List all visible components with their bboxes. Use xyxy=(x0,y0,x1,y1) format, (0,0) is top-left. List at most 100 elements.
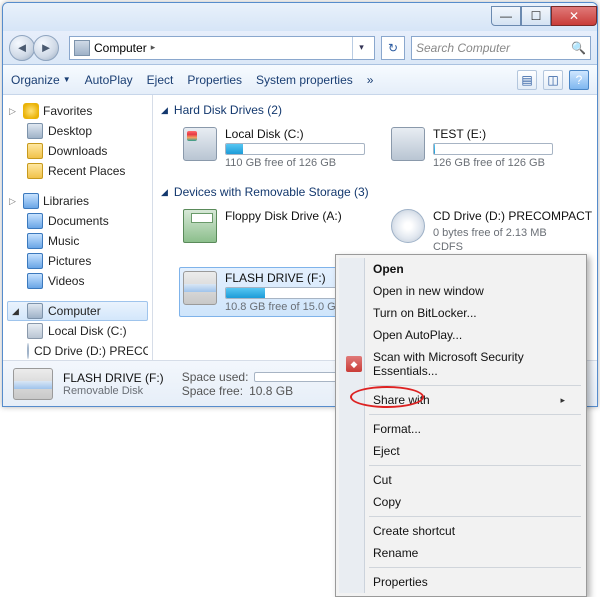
hdd-icon xyxy=(183,127,217,161)
help-icon: ? xyxy=(576,73,583,87)
drive-cd-d[interactable]: CD Drive (D:) PRECOMPACT 0 bytes free of… xyxy=(387,205,567,257)
search-icon: 🔍 xyxy=(571,41,586,55)
minimize-button[interactable]: — xyxy=(491,6,521,26)
section-removable[interactable]: ◢Devices with Removable Storage (3) xyxy=(161,183,589,203)
collapse-icon: ◢ xyxy=(161,187,168,198)
tree-music[interactable]: Music xyxy=(7,231,148,251)
menu-separator xyxy=(369,465,581,466)
hdd-icon xyxy=(27,323,43,339)
ctx-open-autoplay[interactable]: Open AutoPlay... xyxy=(339,324,583,346)
drive-name: Local Disk (C:) xyxy=(225,127,365,143)
collapse-icon: ▷ xyxy=(9,196,19,207)
tree-documents[interactable]: Documents xyxy=(7,211,148,231)
drive-name: Floppy Disk Drive (A:) xyxy=(225,209,365,225)
tree-recent-places[interactable]: Recent Places xyxy=(7,161,148,181)
back-button[interactable]: ◄ xyxy=(9,35,35,61)
shield-icon: ◆ xyxy=(346,356,362,372)
breadcrumb-sep-icon[interactable]: ▸ xyxy=(151,42,156,53)
ctx-cut[interactable]: Cut xyxy=(339,469,583,491)
toolbar-overflow[interactable]: » xyxy=(367,73,374,87)
ctx-rename[interactable]: Rename xyxy=(339,542,583,564)
ctx-bitlocker[interactable]: Turn on BitLocker... xyxy=(339,302,583,324)
tree-desktop[interactable]: Desktop xyxy=(7,121,148,141)
space-used-label: Space used: xyxy=(182,370,249,384)
expand-icon: ◢ xyxy=(12,306,22,317)
drive-test-e[interactable]: TEST (E:) 126 GB free of 126 GB xyxy=(387,123,557,173)
ctx-format[interactable]: Format... xyxy=(339,418,583,440)
tree-cd-drive-d[interactable]: CD Drive (D:) PRECOMPACT xyxy=(7,341,148,360)
help-button[interactable]: ? xyxy=(569,70,589,90)
breadcrumb-root[interactable]: Computer xyxy=(94,41,147,55)
refresh-button[interactable]: ↻ xyxy=(381,36,405,60)
minimize-icon: — xyxy=(500,9,512,23)
ctx-share-with[interactable]: Share with▸ xyxy=(339,389,583,411)
library-icon xyxy=(27,233,43,249)
menu-separator xyxy=(369,567,581,568)
tree-local-disk-c[interactable]: Local Disk (C:) xyxy=(7,321,148,341)
system-properties-button[interactable]: System properties xyxy=(256,73,353,87)
space-free-value: 10.8 GB xyxy=(249,384,293,398)
space-free-label: Space free: xyxy=(182,384,243,398)
close-icon: ✕ xyxy=(569,9,579,23)
space-bar xyxy=(433,143,553,155)
ctx-create-shortcut[interactable]: Create shortcut xyxy=(339,520,583,542)
floppy-icon xyxy=(183,209,217,243)
space-bar xyxy=(225,143,365,155)
drive-floppy-a[interactable]: Floppy Disk Drive (A:) xyxy=(179,205,369,257)
drive-fs: CDFS xyxy=(433,239,592,253)
address-dropdown[interactable]: ▾ xyxy=(352,37,370,59)
menu-separator xyxy=(369,385,581,386)
section-hdd[interactable]: ◢Hard Disk Drives (2) xyxy=(161,101,589,121)
nav-buttons: ◄ ► xyxy=(9,34,63,62)
tree-favorites[interactable]: ▷Favorites xyxy=(7,101,148,121)
search-box[interactable]: Search Computer 🔍 xyxy=(411,36,591,60)
library-icon xyxy=(23,193,39,209)
computer-icon xyxy=(74,40,90,56)
tree-videos[interactable]: Videos xyxy=(7,271,148,291)
drive-local-c[interactable]: Local Disk (C:) 110 GB free of 126 GB xyxy=(179,123,369,173)
ctx-eject[interactable]: Eject xyxy=(339,440,583,462)
title-bar: — ☐ ✕ xyxy=(3,3,597,31)
address-bar[interactable]: Computer ▸ ▾ xyxy=(69,36,375,60)
ctx-copy[interactable]: Copy xyxy=(339,491,583,513)
hdd-icon xyxy=(391,127,425,161)
tree-pictures[interactable]: Pictures xyxy=(7,251,148,271)
folder-icon xyxy=(27,163,43,179)
drive-space: 126 GB free of 126 GB xyxy=(433,155,553,169)
organize-menu[interactable]: Organize▼ xyxy=(11,73,71,87)
forward-button[interactable]: ► xyxy=(33,35,59,61)
library-icon xyxy=(27,253,43,269)
navigation-pane[interactable]: ▷Favorites Desktop Downloads Recent Plac… xyxy=(3,95,153,360)
preview-pane-button[interactable]: ◫ xyxy=(543,70,563,90)
tree-downloads[interactable]: Downloads xyxy=(7,141,148,161)
tree-computer[interactable]: ◢Computer xyxy=(7,301,148,321)
view-options-button[interactable]: ▤ xyxy=(517,70,537,90)
details-name: FLASH DRIVE (F:) xyxy=(63,371,164,385)
cd-icon xyxy=(27,343,29,359)
computer-icon xyxy=(27,303,43,319)
folder-icon xyxy=(27,143,43,159)
close-button[interactable]: ✕ xyxy=(551,6,597,26)
collapse-icon: ◢ xyxy=(161,105,168,116)
menu-separator xyxy=(369,414,581,415)
ctx-scan-mse[interactable]: ◆Scan with Microsoft Security Essentials… xyxy=(339,346,583,382)
search-placeholder: Search Computer xyxy=(416,41,510,55)
drive-name: CD Drive (D:) PRECOMPACT xyxy=(433,209,592,225)
nav-row: ◄ ► Computer ▸ ▾ ↻ Search Computer 🔍 xyxy=(3,31,597,65)
autoplay-button[interactable]: AutoPlay xyxy=(85,73,133,87)
desktop-icon xyxy=(27,123,43,139)
eject-button[interactable]: Eject xyxy=(147,73,174,87)
chevron-down-icon: ▼ xyxy=(63,75,71,84)
library-icon xyxy=(27,213,43,229)
ctx-open-new-window[interactable]: Open in new window xyxy=(339,280,583,302)
cd-icon xyxy=(391,209,425,243)
ctx-properties[interactable]: Properties xyxy=(339,571,583,593)
maximize-button[interactable]: ☐ xyxy=(521,6,551,26)
ctx-open[interactable]: Open xyxy=(339,258,583,280)
window-controls: — ☐ ✕ xyxy=(491,8,597,26)
star-icon xyxy=(23,103,39,119)
properties-button[interactable]: Properties xyxy=(187,73,242,87)
tree-libraries[interactable]: ▷Libraries xyxy=(7,191,148,211)
view-icon: ▤ xyxy=(521,73,532,87)
details-type: Removable Disk xyxy=(63,385,164,397)
